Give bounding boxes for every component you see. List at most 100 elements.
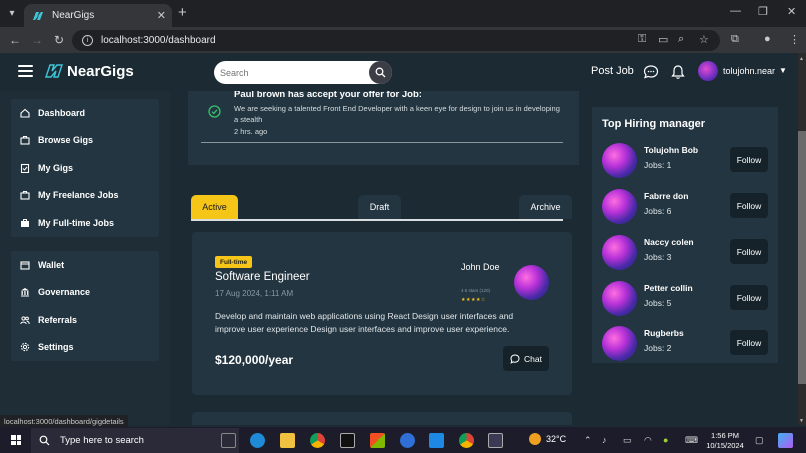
cast-icon[interactable]: ▭ [658,33,668,46]
browser-tab[interactable]: NearGigs ✕ [24,4,172,27]
post-job-link[interactable]: Post Job [591,65,634,77]
scroll-down-icon[interactable]: ▼ [799,418,804,424]
sidebar-item-wallet[interactable]: Wallet [11,251,159,279]
sidebar-item-label: My Full-time Jobs [38,217,115,228]
search-box [214,61,392,84]
weather-widget[interactable]: 32°C [529,433,566,445]
file-explorer-icon[interactable] [280,433,295,448]
username[interactable]: tolujohn.near [723,66,775,76]
app-header: NearGigs Post Job tolujohn.near ▼ [0,53,798,91]
restore-icon[interactable]: ❐ [758,5,768,18]
next-gig-card[interactable] [192,412,572,425]
screen-app-icon[interactable] [488,433,503,448]
sidebar-item-my-gigs[interactable]: My Gigs [11,154,159,182]
manager-name[interactable]: Rugberbs [644,328,684,338]
profile-icon[interactable]: ● [764,33,771,45]
tab-active[interactable]: Active [191,195,238,219]
close-tab-icon[interactable]: ✕ [157,9,166,22]
minimize-icon[interactable]: — [730,5,741,17]
search-input[interactable] [220,65,370,80]
store-icon[interactable] [370,433,385,448]
chevron-down-icon[interactable]: ▼ [779,66,787,75]
site-info-icon[interactable]: i [82,35,93,46]
reload-icon[interactable]: ↻ [54,33,64,47]
sidebar-item-label: Governance [38,287,91,298]
notifications-icon[interactable]: ▢ [755,435,764,446]
tab-search-icon[interactable]: ▾ [4,5,20,21]
task-view-icon[interactable] [221,433,236,448]
volume-icon[interactable]: ♪ [602,435,607,445]
follow-button[interactable]: Follow [730,330,768,355]
manager-name[interactable]: Tolujohn Bob [644,145,698,155]
taskbar-clock[interactable]: 1:56 PM 10/15/2024 [700,431,750,451]
bookmark-star-icon[interactable]: ☆ [699,33,709,46]
chrome-icon[interactable] [310,433,325,448]
manager-jobs: Jobs: 2 [644,343,672,353]
avatar[interactable] [602,189,637,224]
poster-name: John Doe [461,262,500,272]
extensions-icon[interactable]: ⧉ [731,33,739,46]
gig-card[interactable]: Full-time Software Engineer 17 Aug 2024,… [192,232,572,395]
check-circle-icon [208,105,221,118]
edge-icon[interactable] [250,433,265,448]
sidebar-item-settings[interactable]: Settings [11,334,159,362]
sidebar-item-browse-gigs[interactable]: Browse Gigs [11,127,159,155]
sidebar-item-governance[interactable]: Governance [11,279,159,307]
taskbar-search[interactable]: Type here to search [31,428,239,453]
password-key-icon[interactable]: ⚿ [638,33,646,46]
gear-icon [20,343,30,352]
notification-card[interactable]: Paul brown has accept your offer for Job… [188,91,579,165]
follow-button[interactable]: Follow [730,285,768,310]
app-icon[interactable] [400,433,415,448]
sidebar-item-my-full-time-jobs[interactable]: My Full-time Jobs [11,209,159,237]
search-button[interactable] [369,61,392,84]
briefcase-filled-icon [21,218,29,227]
avatar[interactable] [602,281,637,316]
manager-name[interactable]: Petter collin [644,283,693,293]
follow-button[interactable]: Follow [730,193,768,218]
bell-icon[interactable] [670,64,686,80]
keyboard-icon[interactable]: ⌨ [685,435,698,446]
tab-archive[interactable]: Archive [519,195,572,219]
windows-start-icon[interactable] [11,435,21,445]
hiring-manager-row: Naccy colen Jobs: 3 Follow [602,234,772,270]
scrollbar-thumb[interactable] [798,131,806,384]
tab-draft[interactable]: Draft [358,195,401,219]
new-tab-icon[interactable]: + [178,4,187,21]
tray-app-icon[interactable]: ● [663,435,668,445]
vscode-icon[interactable] [429,433,444,448]
follow-button[interactable]: Follow [730,239,768,264]
chat-icon[interactable] [643,64,659,80]
sidebar-item-my-freelance-jobs[interactable]: My Freelance Jobs [11,182,159,210]
close-window-icon[interactable]: ✕ [787,5,796,18]
poster-avatar[interactable] [514,265,549,300]
wifi-icon[interactable]: ◠ [644,435,652,446]
sidebar-item-referrals[interactable]: Referrals [11,306,159,334]
sidebar-item-label: Dashboard [38,107,86,118]
manager-name[interactable]: Naccy colen [644,237,694,247]
gig-title[interactable]: Software Engineer [215,271,310,283]
terminal-icon[interactable] [340,433,355,448]
back-icon[interactable]: ← [9,33,21,47]
manager-name[interactable]: Fabrre don [644,191,688,201]
user-avatar[interactable] [698,61,718,81]
follow-button[interactable]: Follow [730,147,768,172]
copilot-icon[interactable] [778,433,793,448]
sidebar-item-dashboard[interactable]: Dashboard [11,99,159,127]
chrome-active-icon[interactable] [459,433,474,448]
temperature: 32°C [546,434,567,444]
windows-taskbar: Type here to search 32°C ⌃ ♪ ▭ ◠ ● ⌨ 1:5… [0,427,806,453]
zoom-icon[interactable]: ⌕ [678,33,684,46]
scroll-up-icon[interactable]: ▲ [799,56,804,62]
forward-icon[interactable]: → [31,33,43,47]
avatar[interactable] [602,326,637,361]
tray-chevron-up-icon[interactable]: ⌃ [584,435,592,446]
avatar[interactable] [602,143,637,178]
url-field[interactable]: i localhost:3000/dashboard [72,30,720,51]
browser-menu-icon[interactable]: ⋮ [789,33,800,46]
avatar[interactable] [602,235,637,270]
logo-text[interactable]: NearGigs [67,63,134,80]
battery-icon[interactable]: ▭ [623,435,632,446]
hamburger-menu-icon[interactable] [18,65,33,77]
chat-button[interactable]: Chat [503,346,549,371]
